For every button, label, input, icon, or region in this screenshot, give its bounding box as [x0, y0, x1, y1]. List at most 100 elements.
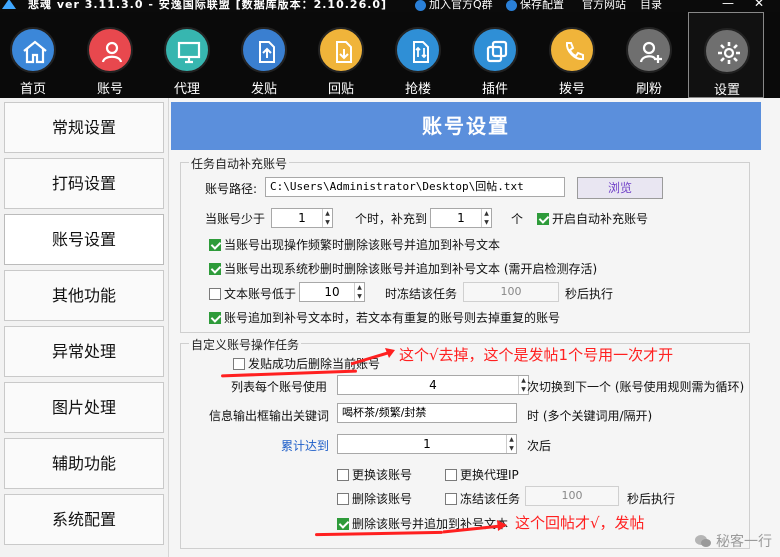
custom-task-group-title: 自定义账号操作任务 — [189, 336, 302, 353]
annotation-note-1: 这个√去掉，这个是发帖1个号用一次才开 — [399, 346, 674, 364]
dedupe-checkbox[interactable]: 账号追加到补号文本时，若文本有重复的账号则去掉重复的账号 — [209, 309, 560, 326]
freeze-task-seconds-input[interactable]: 100 — [525, 486, 619, 506]
watermark: 秘客一行 — [694, 531, 772, 551]
accumulate-label: 累计达到 — [281, 439, 330, 453]
page-title: 账号设置 — [171, 102, 761, 150]
text-below-stepper[interactable]: 10 ▲ ▼ — [299, 282, 365, 302]
per-account-stepper[interactable]: 4 ▲ ▼ — [337, 375, 529, 395]
keyword-input[interactable]: 喝杯茶/频繁/封禁 — [337, 403, 517, 423]
toolbar-button-3[interactable]: 发贴 — [226, 12, 302, 98]
account-path-input[interactable]: C:\Users\Administrator\Desktop\回帖.txt — [265, 177, 565, 197]
toolbar-label: 账号 — [96, 82, 123, 97]
save-config-label: 保存配置 — [520, 0, 564, 11]
less-than-label: 当账号少于 — [205, 212, 266, 226]
less-than-value: 1 — [298, 211, 306, 225]
fill-to-stepper[interactable]: 1 ▲ ▼ — [430, 208, 492, 228]
transfer-icon — [395, 27, 441, 73]
change-account-checkbox[interactable]: 更换该账号 — [337, 466, 412, 483]
upload-icon — [241, 27, 287, 73]
seckill-delete-checkbox[interactable]: 当账号出现系统秒删时删除该账号并追加到补号文本 (需开启检测存活) — [209, 260, 597, 277]
checkbox-checked-icon[interactable] — [209, 239, 221, 251]
per-account-value: 4 — [429, 378, 437, 392]
toolbar-label: 首页 — [19, 82, 46, 97]
checkbox-label: 当账号出现系统秒删时删除该账号并追加到补号文本 (需开启检测存活) — [224, 262, 598, 276]
toolbar-label: 刷粉 — [635, 82, 662, 97]
checkbox-checked-icon[interactable] — [209, 312, 221, 324]
toolbar-button-6[interactable]: 插件 — [457, 12, 533, 98]
stepper-arrows-icon[interactable]: ▲ ▼ — [506, 435, 516, 453]
text-below-checkbox[interactable]: 文本账号低于 — [209, 285, 296, 302]
checkbox-label: 删除该账号 — [352, 492, 413, 506]
freeze-label: 时冻结该任务 — [385, 287, 458, 301]
sidebar-item-7[interactable]: 系统配置 — [4, 494, 164, 545]
toolbar-button-7[interactable]: 拨号 — [534, 12, 610, 98]
official-site-link[interactable]: 官方网站 — [582, 0, 626, 12]
after-label: 次后 — [527, 439, 552, 453]
sidebar: 常规设置 打码设置 账号设置 其他功能 异常处理 图片处理 辅助功能 系统配置 — [0, 98, 168, 557]
sidebar-item-2[interactable]: 账号设置 — [4, 214, 164, 265]
home-icon — [10, 27, 56, 73]
toolbar-label: 抢楼 — [404, 82, 431, 97]
annotation-arrow-icon — [442, 520, 507, 534]
checkbox-checked-icon[interactable] — [537, 213, 549, 225]
checkbox-checked-icon[interactable] — [209, 263, 221, 275]
sidebar-item-6[interactable]: 辅助功能 — [4, 438, 164, 489]
directory-link[interactable]: 目录 — [640, 0, 662, 12]
minimize-button[interactable]: — — [722, 0, 734, 10]
toolbar-label: 插件 — [481, 82, 508, 97]
toolbar-label: 发贴 — [250, 82, 277, 97]
per-account-label: 列表每个账号使用 — [231, 380, 328, 394]
seconds-label: 秒后执行 — [565, 287, 614, 301]
gear-icon — [704, 28, 750, 74]
app-title: 悲魂 ver 3.11.3.0 - 安逸国际联盟 [数据库版本：2.10.26.… — [28, 0, 388, 11]
checkbox-unchecked-icon[interactable] — [209, 288, 221, 300]
join-group-label: 加入官方Q群 — [429, 0, 493, 11]
toolbar-button-0[interactable]: 首页 — [0, 12, 71, 98]
sidebar-item-5[interactable]: 图片处理 — [4, 382, 164, 433]
join-group-link[interactable]: 加入官方Q群 — [415, 0, 493, 12]
freq-delete-checkbox[interactable]: 当账号出现操作频繁时删除该账号并追加到补号文本 — [209, 236, 500, 253]
checkbox-label: 更换代理IP — [460, 468, 519, 482]
freeze-seconds-input[interactable]: 100 — [463, 282, 559, 302]
sidebar-item-1[interactable]: 打码设置 — [4, 158, 164, 209]
save-config-link[interactable]: 保存配置 — [506, 0, 564, 12]
sidebar-item-0[interactable]: 常规设置 — [4, 102, 164, 153]
close-button[interactable]: ✕ — [754, 0, 764, 10]
freeze-task-checkbox[interactable]: 冻结该任务 — [445, 490, 520, 507]
unit-label: 个 — [511, 212, 524, 226]
delete-account-checkbox[interactable]: 删除该账号 — [337, 490, 412, 507]
app-logo-icon — [0, 0, 22, 12]
text-below-value: 10 — [324, 285, 340, 299]
fill-to-value: 1 — [457, 211, 465, 225]
toolbar-button-5[interactable]: 抢楼 — [380, 12, 456, 98]
sidebar-item-4[interactable]: 异常处理 — [4, 326, 164, 377]
checkbox-label: 当账号出现操作频繁时删除该账号并追加到补号文本 — [224, 238, 501, 252]
stepper-arrows-icon[interactable]: ▲ ▼ — [354, 283, 364, 301]
copy-icon — [472, 27, 518, 73]
checkbox-unchecked-icon[interactable] — [445, 469, 457, 481]
toolbar-button-8[interactable]: 刷粉 — [611, 12, 687, 98]
annotation-arrow-icon — [350, 348, 395, 366]
change-proxy-checkbox[interactable]: 更换代理IP — [445, 466, 519, 483]
auto-fill-checkbox[interactable]: 开启自动补充账号 — [537, 210, 648, 227]
stepper-arrows-icon[interactable]: ▲ ▼ — [322, 209, 332, 227]
main-panel: 账号设置 任务自动补充账号 账号路径: C:\Users\Administrat… — [168, 98, 780, 557]
phone-icon — [549, 27, 595, 73]
checkbox-unchecked-icon[interactable] — [445, 493, 457, 505]
checkbox-checked-icon[interactable] — [337, 518, 349, 530]
freeze-task-seconds-label: 秒后执行 — [627, 492, 676, 506]
toolbar-button-9[interactable]: 设置 — [688, 12, 764, 98]
toolbar-button-1[interactable]: 账号 — [72, 12, 148, 98]
accumulate-stepper[interactable]: 1 ▲ ▼ — [337, 434, 517, 454]
browse-button[interactable]: 浏览 — [577, 177, 663, 199]
checkbox-unchecked-icon[interactable] — [337, 469, 349, 481]
toolbar-button-4[interactable]: 回贴 — [303, 12, 379, 98]
stepper-arrows-icon[interactable]: ▲ ▼ — [481, 209, 491, 227]
less-than-stepper[interactable]: 1 ▲ ▼ — [271, 208, 333, 228]
sidebar-item-3[interactable]: 其他功能 — [4, 270, 164, 321]
toolbar-label: 回贴 — [327, 82, 354, 97]
keyword-hint: 时 (多个关键词用/隔开) — [527, 409, 653, 423]
checkbox-unchecked-icon[interactable] — [337, 493, 349, 505]
toolbar-button-2[interactable]: 代理 — [149, 12, 225, 98]
checkbox-unchecked-icon[interactable] — [233, 358, 245, 370]
